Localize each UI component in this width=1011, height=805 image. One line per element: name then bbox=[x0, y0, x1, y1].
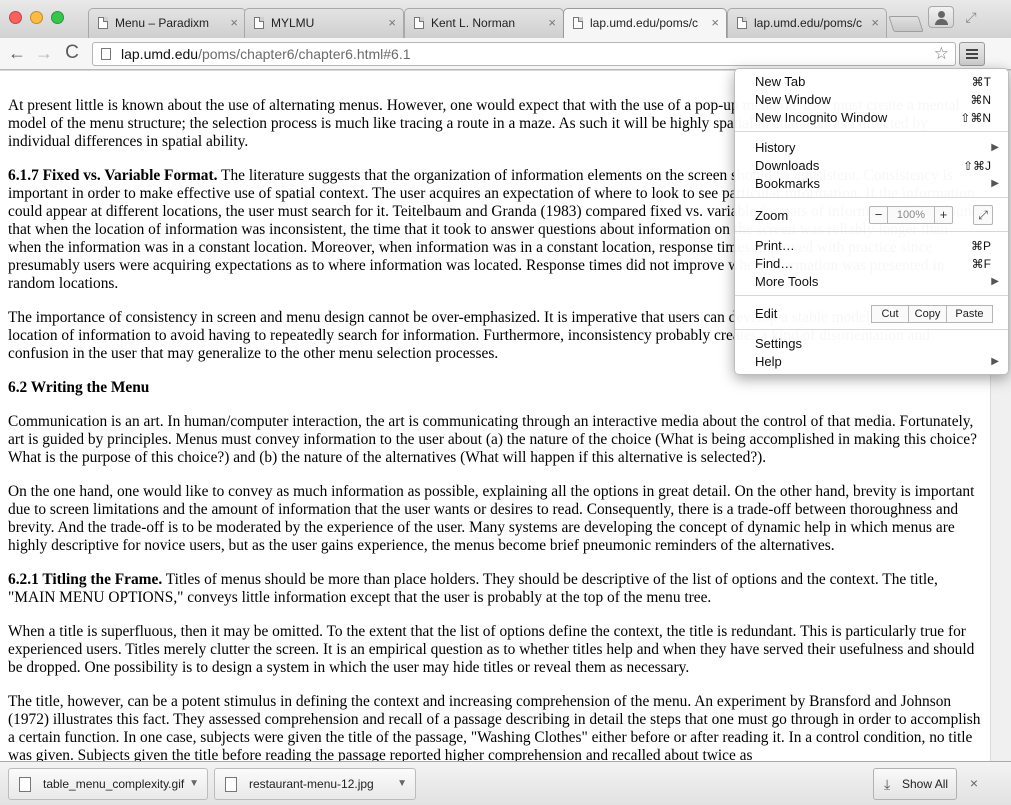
download-filename: table_menu_complexity.gif bbox=[43, 777, 185, 791]
bookmark-star-icon[interactable]: ☆ bbox=[934, 43, 949, 65]
new-tab-button[interactable] bbox=[888, 16, 924, 32]
menu-item-find[interactable]: Find… ⌘F bbox=[755, 255, 999, 273]
tab-label: Menu – Paradixm bbox=[115, 16, 210, 30]
menu-item-help[interactable]: Help ▶ bbox=[755, 353, 999, 371]
download-item[interactable]: table_menu_complexity.gif ▼ bbox=[8, 768, 208, 800]
chevron-right-icon: ▶ bbox=[991, 356, 999, 367]
file-icon bbox=[225, 777, 237, 792]
chevron-down-icon[interactable]: ▼ bbox=[397, 769, 407, 799]
toolbar: ← → C lap.umd.edu/poms/chapter6/chapter6… bbox=[0, 38, 1011, 70]
zoom-control: − 100% + bbox=[869, 206, 953, 224]
menu-separator bbox=[735, 197, 1008, 198]
chrome-menu-button[interactable] bbox=[959, 42, 985, 66]
section-heading-6-1-7: 6.1.7 Fixed vs. Variable Format. bbox=[8, 167, 218, 184]
chevron-right-icon: ▶ bbox=[991, 276, 999, 287]
tab-close-icon[interactable]: × bbox=[871, 9, 879, 37]
file-icon bbox=[19, 777, 31, 792]
fullscreen-icon[interactable]: ⤢ bbox=[962, 8, 980, 26]
tab-label: Kent L. Norman bbox=[431, 16, 516, 30]
paragraph-titling: 6.2.1 Titling the Frame. Titles of menus… bbox=[8, 571, 938, 606]
paragraph-title-stimulus: The title, however, can be a potent stim… bbox=[8, 693, 981, 761]
tab-close-icon[interactable]: × bbox=[548, 9, 556, 37]
zoom-in-button[interactable]: + bbox=[934, 207, 952, 223]
menu-item-downloads[interactable]: Downloads ⇧⌘J bbox=[755, 157, 999, 175]
download-filename: restaurant-menu-12.jpg bbox=[249, 777, 374, 791]
menu-item-new-window[interactable]: New Window ⌘N bbox=[755, 91, 999, 109]
page-icon bbox=[737, 17, 747, 29]
address-bar[interactable]: lap.umd.edu/poms/chapter6/chapter6.html#… bbox=[92, 42, 956, 66]
menu-item-new-tab[interactable]: New Tab ⌘T bbox=[755, 73, 999, 91]
page-icon bbox=[101, 48, 111, 60]
tab-chapter6-active[interactable]: lap.umd.edu/poms/c × bbox=[563, 8, 727, 38]
section-heading-6-2: 6.2 Writing the Menu bbox=[8, 379, 150, 396]
zoom-out-button[interactable]: − bbox=[870, 207, 888, 223]
window-close-button[interactable] bbox=[9, 11, 22, 24]
tab-label: lap.umd.edu/poms/c bbox=[590, 16, 699, 30]
paste-button[interactable]: Paste bbox=[947, 305, 993, 323]
chevron-right-icon: ▶ bbox=[991, 142, 999, 153]
menu-item-bookmarks[interactable]: Bookmarks ▶ bbox=[755, 175, 999, 193]
chrome-menu: New Tab ⌘T New Window ⌘N New Incognito W… bbox=[734, 68, 1009, 375]
cut-button[interactable]: Cut bbox=[871, 305, 909, 323]
fullscreen-icon[interactable]: ⤢ bbox=[973, 205, 993, 225]
chevron-right-icon: ▶ bbox=[991, 178, 999, 189]
paragraph-superfluous-title: When a title is superfluous, then it may… bbox=[8, 623, 975, 676]
tab-label: MYLMU bbox=[271, 16, 315, 30]
copy-button[interactable]: Copy bbox=[909, 305, 947, 323]
section-heading-6-2-1: 6.2.1 Titling the Frame. bbox=[8, 571, 163, 588]
menu-item-settings[interactable]: Settings bbox=[755, 335, 999, 353]
chevron-down-icon[interactable]: ▼ bbox=[189, 769, 199, 799]
back-button[interactable]: ← bbox=[6, 42, 28, 64]
url-host: lap.umd.edu bbox=[121, 46, 199, 62]
window-minimize-button[interactable] bbox=[30, 11, 43, 24]
menu-item-more-tools[interactable]: More Tools ▶ bbox=[755, 273, 999, 291]
tab-kent-norman[interactable]: Kent L. Norman × bbox=[404, 8, 564, 38]
tab-chapter6-second[interactable]: lap.umd.edu/poms/c × bbox=[727, 8, 887, 38]
forward-button[interactable]: → bbox=[33, 42, 55, 64]
window-zoom-button[interactable] bbox=[51, 11, 64, 24]
title-bar: Menu – Paradixm × MYLMU × Kent L. Norman… bbox=[0, 0, 1011, 38]
menu-separator bbox=[735, 231, 1008, 232]
reload-button[interactable]: C bbox=[61, 42, 83, 64]
tab-close-icon[interactable]: × bbox=[230, 9, 238, 37]
menu-item-print[interactable]: Print… ⌘P bbox=[755, 237, 999, 255]
menu-separator bbox=[735, 131, 1008, 132]
tab-close-icon[interactable]: × bbox=[711, 9, 719, 37]
page-icon bbox=[573, 17, 583, 29]
download-arrow-icon: ⤓ bbox=[884, 776, 891, 792]
page-icon bbox=[414, 17, 424, 29]
url-path: /poms/chapter6/chapter6.html#6.1 bbox=[198, 46, 411, 62]
paragraph-brevity: On the one hand, one would like to conve… bbox=[8, 483, 975, 554]
tab-label: lap.umd.edu/poms/c bbox=[754, 16, 863, 30]
download-item[interactable]: restaurant-menu-12.jpg ▼ bbox=[214, 768, 416, 800]
person-icon bbox=[938, 11, 945, 18]
zoom-level: 100% bbox=[896, 209, 926, 221]
page-icon bbox=[98, 17, 108, 29]
menu-item-history[interactable]: History ▶ bbox=[755, 139, 999, 157]
tab-close-icon[interactable]: × bbox=[388, 9, 396, 37]
tab-menu-paradixm[interactable]: Menu – Paradixm × bbox=[88, 8, 246, 38]
page-icon bbox=[254, 17, 264, 29]
show-all-button[interactable]: ⤓ Show All bbox=[873, 768, 957, 800]
menu-separator bbox=[735, 295, 1008, 296]
paragraph-communication: Communication is an art. In human/comput… bbox=[8, 413, 977, 466]
download-shelf: table_menu_complexity.gif ▼ restaurant-m… bbox=[0, 761, 1011, 805]
close-icon[interactable]: × bbox=[966, 774, 982, 792]
menu-separator bbox=[735, 329, 1008, 330]
menu-item-new-incognito[interactable]: New Incognito Window ⇧⌘N bbox=[755, 109, 999, 127]
profile-button[interactable] bbox=[928, 6, 954, 28]
tab-mylmu[interactable]: MYLMU × bbox=[244, 8, 404, 38]
